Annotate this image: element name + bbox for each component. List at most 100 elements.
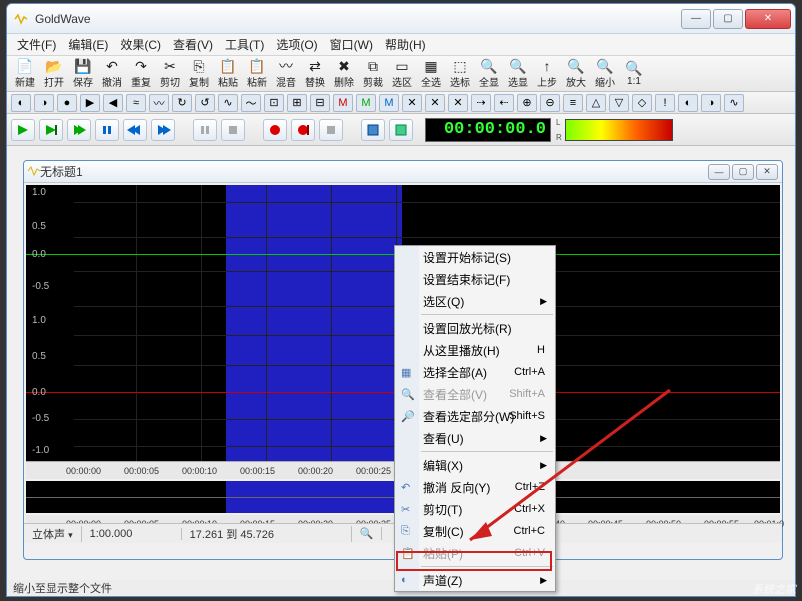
tb-open[interactable]: 📂打开 bbox=[40, 58, 68, 90]
fx-btn[interactable]: ◐ bbox=[678, 94, 698, 112]
tb-trim[interactable]: ⧉剪裁 bbox=[359, 58, 387, 90]
fx-btn[interactable]: ✕ bbox=[402, 94, 422, 112]
settings-button[interactable] bbox=[389, 119, 413, 141]
fx-btn[interactable]: M bbox=[379, 94, 399, 112]
fx-btn[interactable]: ◐ bbox=[11, 94, 31, 112]
tb-prev[interactable]: ↑上步 bbox=[533, 58, 561, 90]
tb-copy[interactable]: ⎘复制 bbox=[185, 58, 213, 90]
fx-btn[interactable]: ⇢ bbox=[471, 94, 491, 112]
menu-effect[interactable]: 效果(C) bbox=[114, 34, 167, 55]
play-sel-button[interactable] bbox=[39, 119, 63, 141]
play-loop-button[interactable] bbox=[67, 119, 91, 141]
fx-btn[interactable]: 〜 bbox=[241, 94, 261, 112]
ffwd-button[interactable] bbox=[151, 119, 175, 141]
props-button[interactable] bbox=[361, 119, 385, 141]
fx-btn[interactable]: M bbox=[333, 94, 353, 112]
pause-button[interactable] bbox=[95, 119, 119, 141]
tb-11[interactable]: 🔍1:1 bbox=[620, 58, 648, 90]
tb-pastenew[interactable]: 📋粘新 bbox=[243, 58, 271, 90]
tb-zoomin[interactable]: 🔍放大 bbox=[562, 58, 590, 90]
tb-redo[interactable]: ↷重复 bbox=[127, 58, 155, 90]
status-channel[interactable]: 立体声 ▾ bbox=[24, 526, 82, 542]
menu-item[interactable]: 选区(Q)▶ bbox=[395, 290, 555, 312]
menu-options[interactable]: 选项(O) bbox=[270, 34, 323, 55]
tb-sel[interactable]: ▭选区 bbox=[388, 58, 416, 90]
tb-paste[interactable]: 📋粘贴 bbox=[214, 58, 242, 90]
fx-btn[interactable]: M bbox=[356, 94, 376, 112]
record2-button[interactable] bbox=[291, 119, 315, 141]
status-zoom[interactable]: 1:00.000 bbox=[82, 528, 182, 540]
menu-item[interactable]: ✂剪切(T)Ctrl+X bbox=[395, 498, 555, 520]
menu-item[interactable]: 设置结束标记(F) bbox=[395, 268, 555, 290]
record-button[interactable] bbox=[263, 119, 287, 141]
stop-button[interactable] bbox=[221, 119, 245, 141]
minimize-button[interactable]: — bbox=[681, 9, 711, 29]
fx-btn[interactable]: ≈ bbox=[126, 94, 146, 112]
maximize-button[interactable]: ▢ bbox=[713, 9, 743, 29]
menu-item[interactable]: 查看(U)▶ bbox=[395, 427, 555, 449]
fx-btn[interactable]: ⊟ bbox=[310, 94, 330, 112]
fx-btn[interactable]: ◑ bbox=[701, 94, 721, 112]
tb-delete[interactable]: ✖删除 bbox=[330, 58, 358, 90]
record-stop-button[interactable] bbox=[319, 119, 343, 141]
tb-showall[interactable]: 🔍全显 bbox=[475, 58, 503, 90]
fx-btn[interactable]: ▶ bbox=[80, 94, 100, 112]
fx-btn[interactable]: ◀ bbox=[103, 94, 123, 112]
status-selection[interactable]: 17.261 到 45.726 bbox=[182, 526, 352, 542]
menu-item[interactable]: 🔎查看选定部分(W)Shift+S bbox=[395, 405, 555, 427]
fx-btn[interactable]: ✕ bbox=[448, 94, 468, 112]
fx-btn[interactable]: ↺ bbox=[195, 94, 215, 112]
menu-tool[interactable]: 工具(T) bbox=[219, 34, 270, 55]
menu-item[interactable]: ↶撤消 反向(Y)Ctrl+Z bbox=[395, 476, 555, 498]
fx-btn[interactable]: ! bbox=[655, 94, 675, 112]
fx-btn[interactable]: ◇ bbox=[632, 94, 652, 112]
fx-btn[interactable]: ⊞ bbox=[287, 94, 307, 112]
tb-save[interactable]: 💾保存 bbox=[69, 58, 97, 90]
menu-view[interactable]: 查看(V) bbox=[167, 34, 219, 55]
fx-btn[interactable]: ▽ bbox=[609, 94, 629, 112]
titlebar[interactable]: GoldWave — ▢ ✕ bbox=[7, 4, 795, 34]
tb-zoomout[interactable]: 🔍缩小 bbox=[591, 58, 619, 90]
fx-btn[interactable]: ≡ bbox=[563, 94, 583, 112]
fx-btn[interactable]: △ bbox=[586, 94, 606, 112]
context-menu[interactable]: 设置开始标记(S)设置结束标记(F)选区(Q)▶ 设置回放光标(R)从这里播放(H… bbox=[394, 245, 556, 592]
menu-window[interactable]: 窗口(W) bbox=[324, 34, 379, 55]
fx-btn[interactable]: ◑ bbox=[34, 94, 54, 112]
menu-item[interactable]: 编辑(X)▶ bbox=[395, 454, 555, 476]
tb-selall[interactable]: ▦全选 bbox=[417, 58, 445, 90]
doc-min-button[interactable]: — bbox=[708, 164, 730, 180]
menu-item[interactable]: ▦选择全部(A)Ctrl+A bbox=[395, 361, 555, 383]
menu-item[interactable]: 设置回放光标(R) bbox=[395, 317, 555, 339]
menu-item[interactable]: ◐声道(Z)▶ bbox=[395, 569, 555, 591]
menubar[interactable]: 文件(F) 编辑(E) 效果(C) 查看(V) 工具(T) 选项(O) 窗口(W… bbox=[7, 34, 795, 56]
close-button[interactable]: ✕ bbox=[745, 9, 791, 29]
play-button[interactable] bbox=[11, 119, 35, 141]
fx-btn[interactable]: ✕ bbox=[425, 94, 445, 112]
doc-max-button[interactable]: ▢ bbox=[732, 164, 754, 180]
tb-selmark[interactable]: ⬚选标 bbox=[446, 58, 474, 90]
menu-file[interactable]: 文件(F) bbox=[11, 34, 62, 55]
fx-btn[interactable]: ↻ bbox=[172, 94, 192, 112]
rew-button[interactable] bbox=[123, 119, 147, 141]
fx-btn[interactable]: ∿ bbox=[724, 94, 744, 112]
tb-showsel[interactable]: 🔍选显 bbox=[504, 58, 532, 90]
doc-titlebar[interactable]: 无标题1 — ▢ ✕ bbox=[24, 161, 782, 183]
tb-replace[interactable]: ⇄替换 bbox=[301, 58, 329, 90]
tb-cut[interactable]: ✂剪切 bbox=[156, 58, 184, 90]
menu-item[interactable]: ⎘复制(C)Ctrl+C bbox=[395, 520, 555, 542]
fx-btn[interactable]: ⇠ bbox=[494, 94, 514, 112]
pause2-button[interactable] bbox=[193, 119, 217, 141]
fx-btn[interactable]: ⊡ bbox=[264, 94, 284, 112]
tb-new[interactable]: 📄新建 bbox=[11, 58, 39, 90]
tb-mix[interactable]: 〰混音 bbox=[272, 58, 300, 90]
tb-undo[interactable]: ↶撤消 bbox=[98, 58, 126, 90]
fx-btn[interactable]: 〰 bbox=[149, 94, 169, 112]
fx-btn[interactable]: ⊖ bbox=[540, 94, 560, 112]
fx-btn[interactable]: ● bbox=[57, 94, 77, 112]
doc-close-button[interactable]: ✕ bbox=[756, 164, 778, 180]
fx-btn[interactable]: ⊕ bbox=[517, 94, 537, 112]
menu-edit[interactable]: 编辑(E) bbox=[62, 34, 114, 55]
menu-item[interactable]: 从这里播放(H)H bbox=[395, 339, 555, 361]
menu-item[interactable]: 设置开始标记(S) bbox=[395, 246, 555, 268]
status-extra[interactable]: 🔍 bbox=[352, 527, 383, 540]
